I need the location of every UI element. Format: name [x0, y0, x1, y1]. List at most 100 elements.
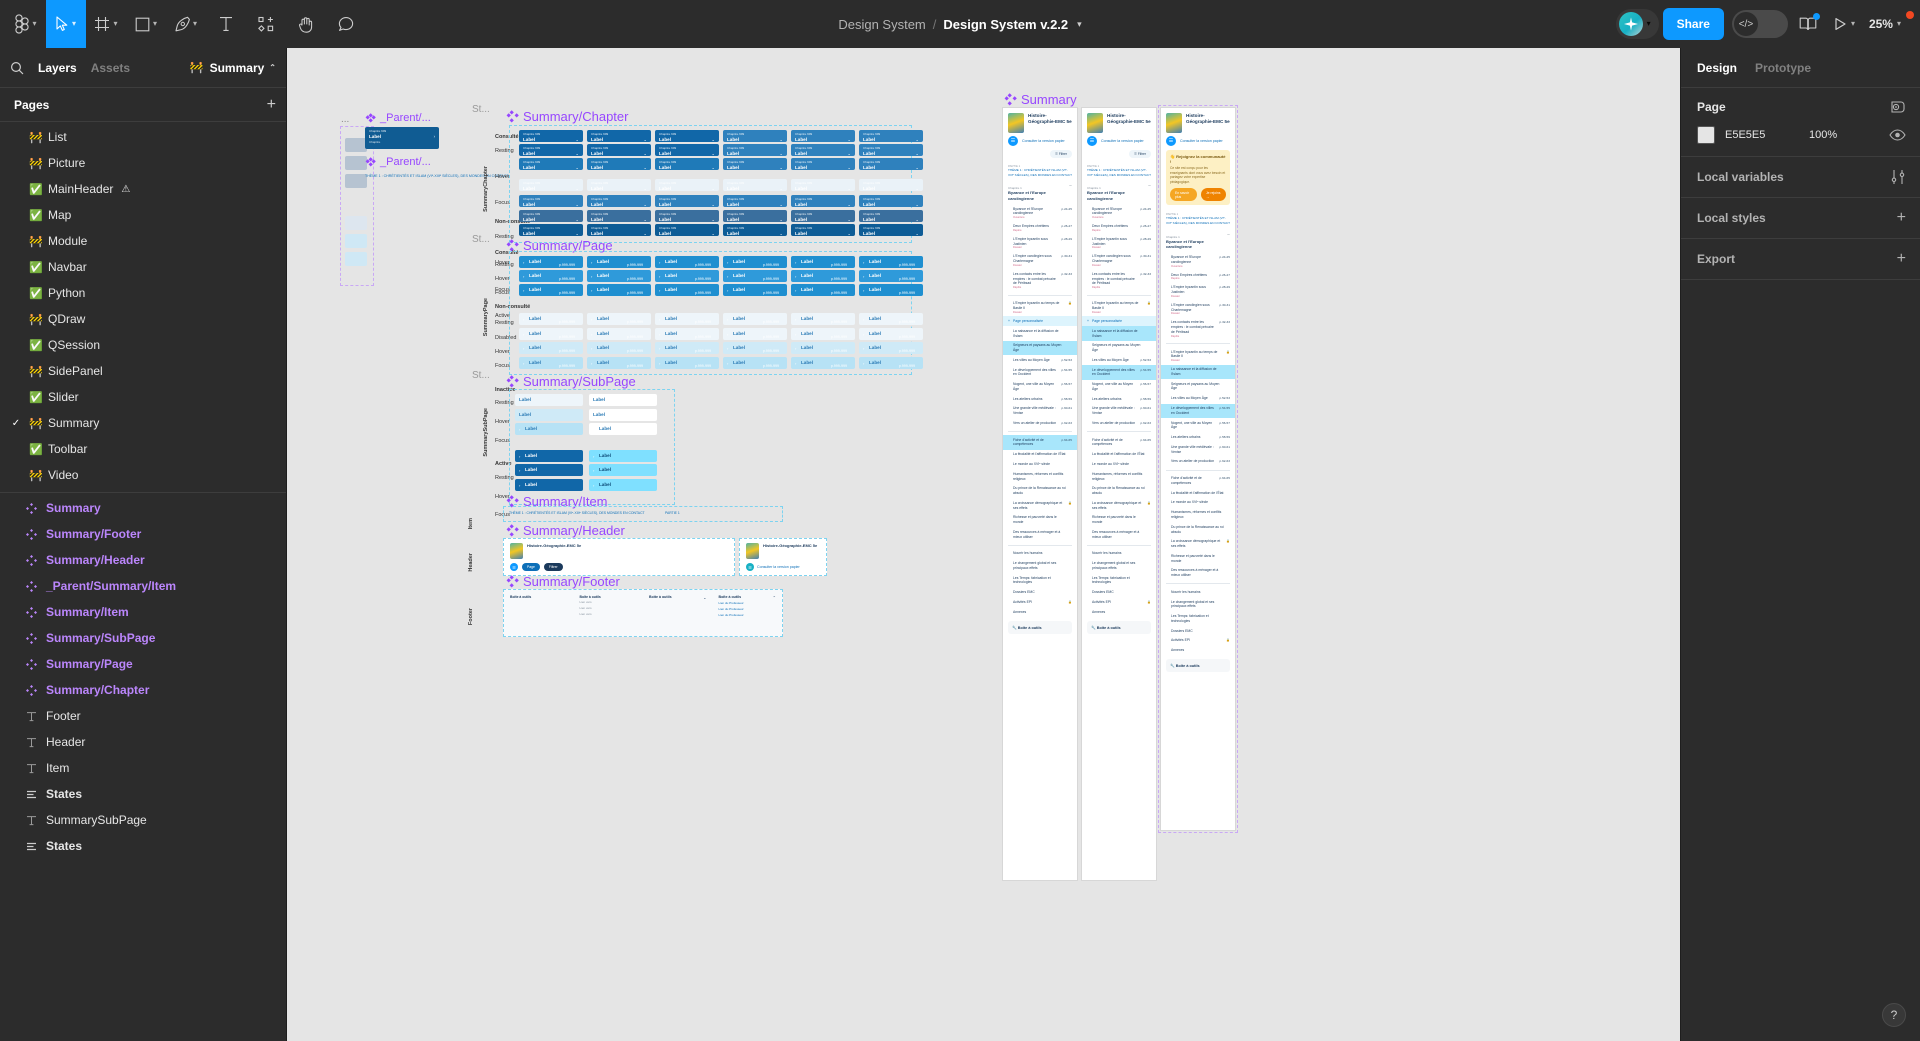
canvas-chip[interactable]: Chapitre 999LabelChapitre⌄ — [655, 158, 719, 170]
chevron-collapse-icon[interactable]: − — [1069, 183, 1072, 189]
summary-circle-icon[interactable]: ☰ — [510, 563, 518, 571]
canvas-chip[interactable]: Chapitre 999LabelChapitre⌄ — [723, 224, 787, 236]
summary-item-row[interactable]: Le développement des villes en Occident p… — [1161, 403, 1235, 419]
zoom-menu[interactable]: 25% ▾ — [1864, 6, 1906, 42]
canvas-chip[interactable]: LabelChapitrep.999-999› — [655, 342, 719, 354]
summary-item-row[interactable]: L'Empire byzantin sous Justinien Dossier p… — [1161, 283, 1235, 301]
canvas-chip[interactable]: Chapitre 999LabelChapitre⌄ — [655, 179, 719, 191]
personalized-page-row[interactable]: + Page personnalisée — [1082, 316, 1156, 327]
summary-item-row[interactable]: Vers un atelier de production p.62-63 — [1003, 418, 1077, 428]
canvas-chip[interactable]: Label — [589, 394, 657, 406]
summary-item-row[interactable]: Dossiers EMC — [1161, 626, 1235, 636]
add-page-plus-icon[interactable]: + — [267, 96, 276, 113]
part-link[interactable]: THÈME 1 : CHRÉTIENTÉS ET ISLAM (VIᵉ-XIII… — [1166, 216, 1230, 225]
summary-item-row[interactable]: Nogent, une ville au Moyen Âge p.56-57 — [1003, 380, 1077, 395]
canvas-chip[interactable]: Chapitre 999LabelChapitre⌄ — [859, 144, 923, 156]
canvas-component-title-footer[interactable]: Summary/Footer — [506, 574, 620, 589]
layer-item[interactable]: States — [0, 781, 286, 807]
canvas-chip[interactable]: LabelChapitrep.999-999› — [655, 284, 719, 296]
canvas-chip[interactable]: LabelChapitrep.999-999› — [587, 328, 651, 340]
canvas-chip[interactable]: Chapitre 999LabelChapitre⌄ — [587, 144, 651, 156]
layer-item[interactable]: Item — [0, 755, 286, 781]
summary-item-row[interactable]: Les contacts entre les empires : le comb… — [1003, 269, 1077, 291]
summary-item-row[interactable]: Vers un atelier de production p.62-63 — [1082, 418, 1156, 428]
canvas-chip[interactable]: LabelChapitrep.999-999› — [723, 342, 787, 354]
summary-item-row[interactable]: Une grande ville médiévale : Venise p.60-… — [1082, 404, 1156, 419]
page-settings-icon[interactable] — [1890, 100, 1906, 114]
shape-tool-button[interactable]: ▾ — [126, 0, 166, 48]
canvas-chip[interactable]: LabelChapitrep.999-999› — [519, 357, 583, 369]
summary-item-row[interactable]: La féodalité et l'affirmation de l'État — [1003, 450, 1077, 460]
summary-item-row[interactable]: L'Empire byzantin au temps de Basile II D… — [1161, 347, 1235, 365]
share-button[interactable]: Share — [1662, 8, 1724, 40]
canvas-chip[interactable]: LabelChapitrep.999-999› — [655, 313, 719, 325]
page-item-navbar[interactable]: ✅ Navbar — [0, 254, 286, 280]
canvas-chip[interactable]: Label — [515, 394, 583, 406]
canvas-chip[interactable]: Chapitre 999LabelChapitre⌄ — [519, 179, 583, 191]
comment-tool-button[interactable] — [326, 0, 1914, 48]
summary-item-row[interactable]: Les villes au Moyen Âge p.52-53 — [1003, 355, 1077, 365]
layer-item[interactable]: States — [0, 833, 286, 859]
present-button[interactable]: ▾ — [1828, 6, 1860, 42]
summary-item-row[interactable]: Une grande ville médiévale : Venise p.60-… — [1161, 442, 1235, 457]
pen-tool-button[interactable]: ▾ — [166, 0, 206, 48]
summary-item-row[interactable]: Activités EPI 🔒 — [1003, 598, 1077, 608]
summary-mockup-3[interactable]: Histoire-Géographie-EMC 5e ☰ Consulter la … — [1158, 105, 1238, 833]
page-item-qsession[interactable]: ✅ QSession — [0, 332, 286, 358]
summary-item-row[interactable]: L'Empire byzantin sous Justinien Dossier p… — [1082, 234, 1156, 252]
canvas-chip[interactable]: Label › — [589, 423, 657, 435]
summary-item-row[interactable]: Humanismes, réformes et conflits religie… — [1003, 469, 1077, 484]
canvas-chip[interactable]: LabelChapitrep.999-999› — [791, 284, 855, 296]
canvas-frame-footer[interactable]: Boîte à outils Boîte à outils Lien vers L… — [503, 589, 783, 637]
tab-design[interactable]: Design — [1697, 61, 1737, 75]
canvas-chip[interactable]: LabelChapitrep.999-999› — [587, 342, 651, 354]
canvas-chip[interactable]: Chapitre 999LabelChapitre⌄ — [723, 158, 787, 170]
canvas-chip[interactable]: LabelChapitrep.999-999› — [519, 328, 583, 340]
canvas-chip[interactable]: Chapitre 999LabelChapitre⌄ — [791, 210, 855, 222]
summary-item-row[interactable]: Activités EPI 🔒 — [1082, 598, 1156, 608]
summary-item-row[interactable]: Nourrir les humains — [1003, 549, 1077, 559]
summary-item-row[interactable]: La naissance et la diffusion de l'Islam — [1082, 326, 1156, 341]
summary-item-row[interactable]: Seigneurs et paysans au Moyen Âge — [1082, 341, 1156, 356]
canvas-chip[interactable]: LabelChapitrep.999-999› — [791, 328, 855, 340]
layer-item[interactable]: Summary/Item — [0, 599, 286, 625]
canvas-chip[interactable]: Chapitre 999LabelChapitre⌄ — [587, 210, 651, 222]
canvas-chip[interactable]: Label › — [589, 464, 657, 476]
canvas-chip[interactable]: Chapitre 999LabelChapitre⌄ — [519, 210, 583, 222]
tab-assets[interactable]: Assets — [91, 61, 130, 75]
canvas[interactable]: ... _Parent/... Chapitre 999 Label Chapi… — [287, 48, 1680, 1041]
color-swatch[interactable] — [1697, 126, 1715, 144]
canvas-chip[interactable]: Chapitre 999LabelChapitre⌄ — [587, 130, 651, 142]
figma-menu-button[interactable]: ▾ — [6, 0, 46, 48]
paper-version-link[interactable]: Consulter la version papier — [1101, 139, 1144, 143]
canvas-component-title-chapter[interactable]: Summary/Chapter — [506, 109, 628, 124]
canvas-chip[interactable]: LabelChapitrep.999-999› — [859, 328, 923, 340]
canvas-chip[interactable]: Chapitre 999LabelChapitre⌄ — [859, 130, 923, 142]
canvas-chip[interactable]: Chapitre 999LabelChapitre⌄ — [587, 195, 651, 207]
canvas-chip[interactable]: Chapitre 999LabelChapitre⌄ — [723, 195, 787, 207]
canvas-chip[interactable]: Chapitre 999LabelChapitre⌄ — [519, 158, 583, 170]
current-page-chip[interactable]: 🚧 Summary ⌃ — [189, 61, 276, 75]
summary-item-row[interactable]: Les Temps: fabrication et technologies — [1003, 573, 1077, 588]
page-tab-button[interactable]: Page — [522, 563, 540, 571]
canvas-chip[interactable]: LabelChapitrep.999-999› — [655, 270, 719, 282]
canvas-chip[interactable]: LabelChapitrep.999-999› — [587, 256, 651, 268]
canvas-chip[interactable]: LabelChapitrep.999-999› — [519, 313, 583, 325]
canvas-chip[interactable]: LabelChapitrep.999-999› — [655, 256, 719, 268]
canvas-chip[interactable]: Chapitre 999LabelChapitre⌄ — [859, 224, 923, 236]
layer-item[interactable]: Footer — [0, 703, 286, 729]
summary-item-row[interactable]: La féodalité et l'affirmation de l'État — [1161, 488, 1235, 498]
canvas-chip[interactable]: Label — [589, 409, 657, 421]
canvas-chip[interactable]: LabelChapitrep.999-999› — [791, 342, 855, 354]
summary-circle-icon[interactable]: ☰ — [1008, 136, 1018, 146]
canvas-chip[interactable]: LabelChapitrep.999-999› — [587, 357, 651, 369]
summary-item-row[interactable]: L'Empire byzantin sous Justinien Dossier p… — [1003, 234, 1077, 252]
page-item-qdraw[interactable]: 🚧 QDraw — [0, 306, 286, 332]
file-menu-chevron-down-icon[interactable]: ▾ — [1077, 19, 1082, 30]
tab-prototype[interactable]: Prototype — [1755, 61, 1811, 75]
summary-item-row[interactable]: La croissance démographique et ses effet… — [1082, 498, 1156, 513]
page-item-python[interactable]: ✅ Python — [0, 280, 286, 306]
page-item-video[interactable]: 🚧 Video — [0, 462, 286, 488]
canvas-chip[interactable]: LabelChapitrep.999-999› — [519, 342, 583, 354]
text-tool-button[interactable] — [206, 0, 246, 48]
